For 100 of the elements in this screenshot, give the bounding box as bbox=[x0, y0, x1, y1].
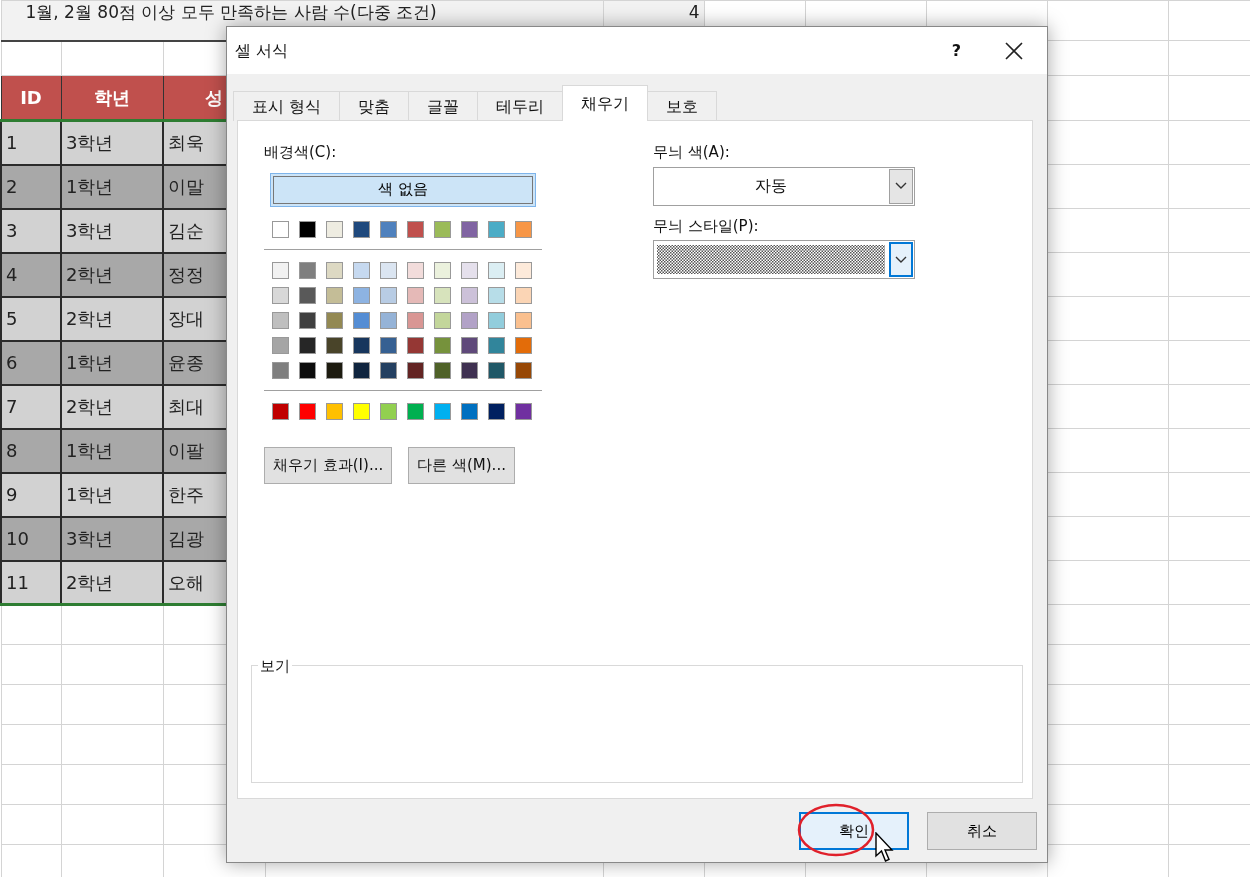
fill-button[interactable]: 채우기 효과(I)... bbox=[264, 446, 393, 484]
table-cell: 1학년 bbox=[66, 352, 114, 373]
color-swatch[interactable] bbox=[434, 402, 451, 420]
color-swatch[interactable] bbox=[299, 261, 316, 279]
color-swatch[interactable] bbox=[488, 311, 505, 329]
tab[interactable]: 채우기 bbox=[562, 85, 649, 121]
help-button[interactable]: ? bbox=[951, 38, 961, 63]
color-swatch[interactable] bbox=[407, 361, 424, 379]
color-swatch[interactable] bbox=[326, 336, 343, 354]
table-cell: 3학년 bbox=[66, 220, 114, 241]
color-swatch[interactable] bbox=[434, 220, 451, 238]
color-swatch[interactable] bbox=[461, 286, 478, 304]
table-cell: 2학년 bbox=[66, 264, 114, 285]
color-swatch[interactable] bbox=[407, 402, 424, 420]
color-swatch[interactable] bbox=[461, 261, 478, 279]
color-swatch[interactable] bbox=[326, 402, 343, 420]
color-swatch[interactable] bbox=[272, 261, 289, 279]
color-swatch[interactable] bbox=[272, 311, 289, 329]
color-swatch[interactable] bbox=[488, 286, 505, 304]
color-swatch[interactable] bbox=[380, 286, 397, 304]
color-swatch[interactable] bbox=[380, 402, 397, 420]
color-swatch[interactable] bbox=[272, 220, 289, 238]
color-swatch[interactable] bbox=[488, 220, 505, 238]
color-swatch[interactable] bbox=[299, 286, 316, 304]
color-swatch[interactable] bbox=[353, 220, 370, 238]
color-swatch[interactable] bbox=[299, 336, 316, 354]
color-swatch[interactable] bbox=[488, 402, 505, 420]
table-cell: 장대 bbox=[168, 308, 204, 329]
cancel-button[interactable]: 취소 bbox=[927, 812, 1037, 850]
color-swatch[interactable] bbox=[488, 361, 505, 379]
table-cell: 2 bbox=[6, 176, 18, 197]
table-cell: 최욱 bbox=[168, 132, 204, 154]
table-cell: 9 bbox=[6, 484, 18, 505]
color-swatch[interactable] bbox=[326, 361, 343, 379]
color-swatch[interactable] bbox=[515, 220, 532, 238]
color-swatch[interactable] bbox=[353, 402, 370, 420]
pattern-style-label: 무늬 스타일(P): bbox=[653, 215, 760, 237]
color-swatch[interactable] bbox=[272, 336, 289, 354]
dropdown-field[interactable]: 자동 bbox=[653, 166, 915, 206]
color-swatch[interactable] bbox=[272, 361, 289, 379]
color-swatch[interactable] bbox=[380, 261, 397, 279]
color-swatch[interactable] bbox=[461, 311, 478, 329]
close-button[interactable] bbox=[1005, 41, 1023, 60]
color-swatch[interactable] bbox=[434, 336, 451, 354]
no-color-button[interactable]: 색 없음 bbox=[270, 172, 536, 207]
color-swatch[interactable] bbox=[299, 311, 316, 329]
color-swatch[interactable] bbox=[326, 311, 343, 329]
pattern-color-label: 무늬 색(A): bbox=[653, 142, 731, 163]
color-swatch[interactable] bbox=[299, 220, 316, 238]
table-cell: 정정 bbox=[168, 264, 204, 285]
ok-button[interactable]: 확인 bbox=[799, 812, 909, 850]
dropdown-field[interactable] bbox=[653, 240, 915, 279]
color-swatch[interactable] bbox=[326, 261, 343, 279]
color-swatch[interactable] bbox=[515, 336, 532, 354]
color-swatch[interactable] bbox=[488, 261, 505, 279]
color-swatch[interactable] bbox=[434, 361, 451, 379]
color-swatch[interactable] bbox=[380, 311, 397, 329]
color-swatch[interactable] bbox=[461, 361, 478, 379]
color-swatch[interactable] bbox=[434, 261, 451, 279]
color-swatch[interactable] bbox=[380, 361, 397, 379]
color-swatch[interactable] bbox=[461, 336, 478, 354]
color-swatch[interactable] bbox=[353, 311, 370, 329]
color-swatch[interactable] bbox=[407, 286, 424, 304]
chevron-down-icon bbox=[895, 255, 907, 264]
color-swatch[interactable] bbox=[407, 220, 424, 238]
table-cell: 1학년 bbox=[66, 440, 114, 461]
table-cell: 1학년 bbox=[66, 176, 114, 197]
color-swatch[interactable] bbox=[515, 311, 532, 329]
color-swatch[interactable] bbox=[515, 261, 532, 279]
color-swatch[interactable] bbox=[380, 220, 397, 238]
color-swatch[interactable] bbox=[272, 402, 289, 420]
color-swatch[interactable] bbox=[515, 361, 532, 379]
color-swatch[interactable] bbox=[353, 336, 370, 354]
color-swatch[interactable] bbox=[272, 286, 289, 304]
color-swatch[interactable] bbox=[434, 286, 451, 304]
color-swatch[interactable] bbox=[515, 286, 532, 304]
table-cell: 이말 bbox=[168, 176, 204, 197]
color-swatch[interactable] bbox=[407, 336, 424, 354]
color-swatch[interactable] bbox=[299, 361, 316, 379]
color-swatch[interactable] bbox=[407, 261, 424, 279]
color-swatch[interactable] bbox=[326, 286, 343, 304]
color-swatch[interactable] bbox=[515, 402, 532, 420]
color-swatch[interactable] bbox=[461, 220, 478, 238]
table-cell: 8 bbox=[6, 440, 18, 461]
color-swatch[interactable] bbox=[461, 402, 478, 420]
color-swatch[interactable] bbox=[434, 311, 451, 329]
dropdown-button[interactable] bbox=[889, 242, 913, 277]
tab[interactable]: 보호 bbox=[647, 91, 718, 121]
color-swatch[interactable] bbox=[299, 402, 316, 420]
color-swatch[interactable] bbox=[380, 336, 397, 354]
color-swatch[interactable] bbox=[326, 220, 343, 238]
table-cell: 6 bbox=[6, 352, 18, 373]
color-swatch[interactable] bbox=[488, 336, 505, 354]
color-swatch[interactable] bbox=[407, 311, 424, 329]
fill-button[interactable]: 다른 색(M)... bbox=[408, 446, 515, 484]
color-swatch[interactable] bbox=[353, 361, 370, 379]
color-swatch[interactable] bbox=[353, 261, 370, 279]
tab[interactable]: 표시 형식 bbox=[233, 91, 341, 121]
dropdown-button[interactable] bbox=[889, 168, 913, 204]
color-swatch[interactable] bbox=[353, 286, 370, 304]
